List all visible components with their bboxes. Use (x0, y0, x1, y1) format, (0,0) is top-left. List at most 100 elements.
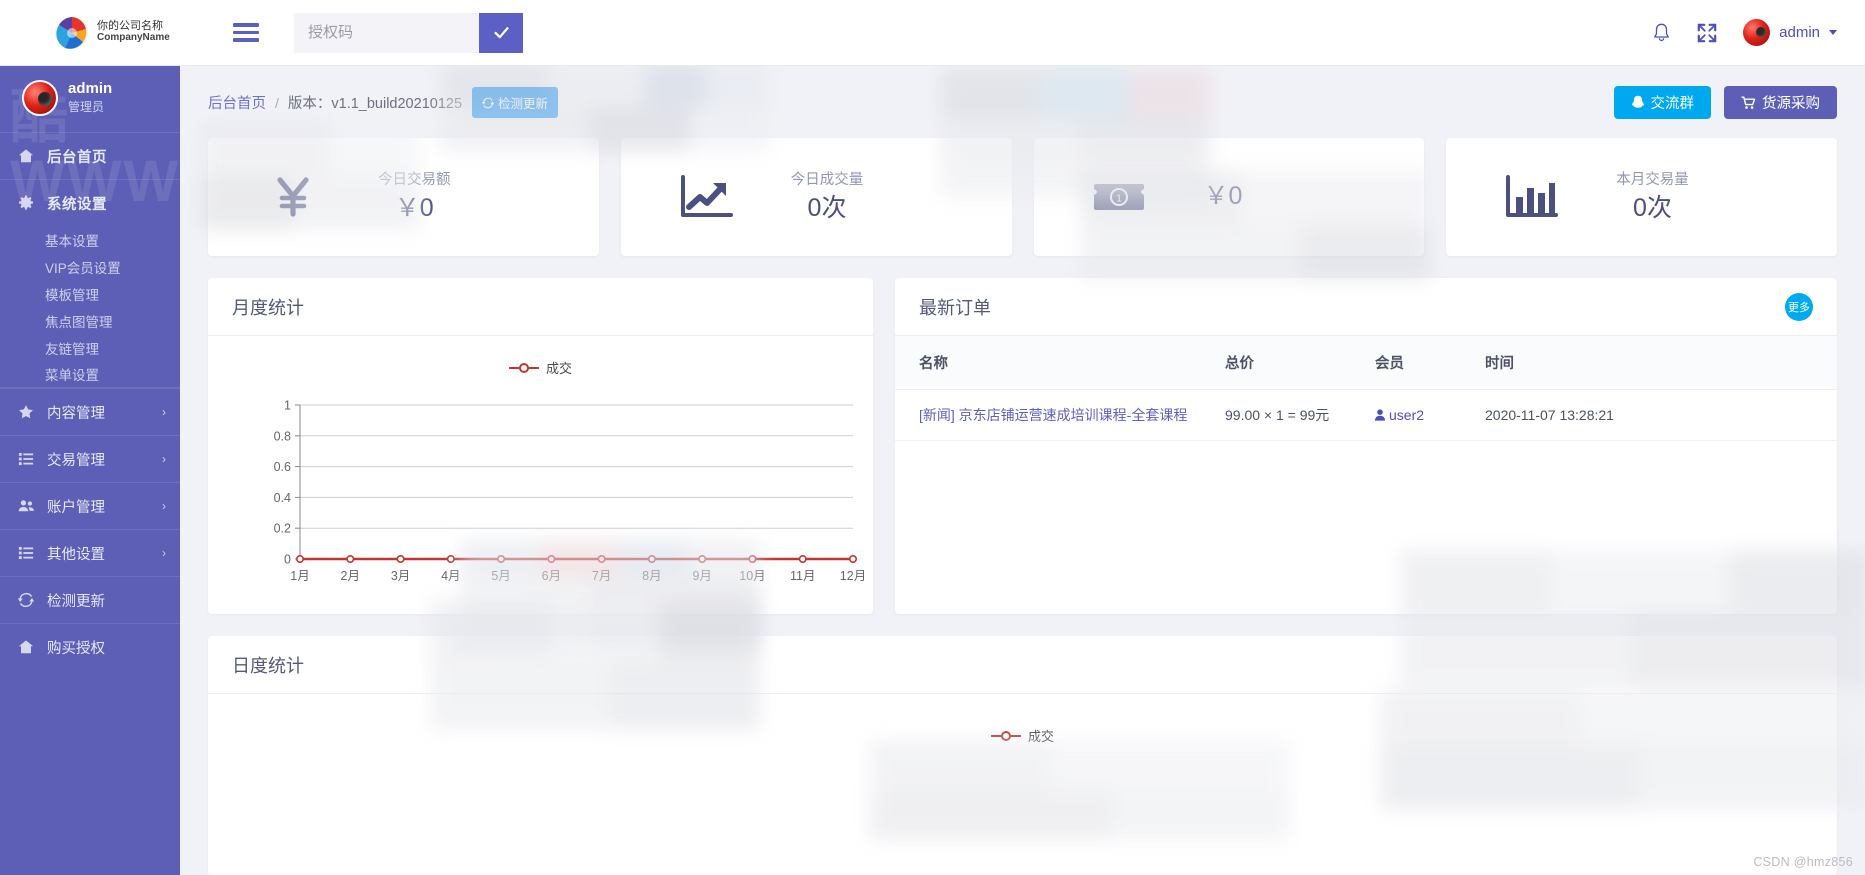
svg-text:5月: 5月 (491, 569, 510, 583)
fullscreen-icon[interactable] (1697, 23, 1717, 43)
order-name-link[interactable]: 京东店铺运营速成培训课程-全套课程 (959, 407, 1188, 423)
svg-text:4月: 4月 (441, 569, 460, 583)
sidebar-subitem-template-management[interactable]: 模板管理 (0, 280, 180, 307)
more-button[interactable]: 更多 (1785, 292, 1813, 321)
svg-text:10月: 10月 (739, 569, 765, 583)
svg-text:12月: 12月 (840, 569, 866, 583)
order-name-cell: [新闻] 京东店铺运营速成培训课程-全套课程 (895, 389, 1225, 441)
sidebar-user-name: admin (68, 80, 113, 97)
version-text: 版本：v1.1_build20210125 (287, 96, 463, 112)
breadcrumb-separator: / (275, 94, 279, 111)
svg-text:8月: 8月 (642, 569, 661, 583)
svg-text:7月: 7月 (592, 569, 611, 583)
monthly-stats-panel: 月度统计 成交 1 0.8 0.6 0.4 0.2 0 1月 2月 3月 4月 5月 6月 7月 8月 9月… (208, 278, 873, 614)
panel-title: 日度统计 (232, 655, 304, 676)
cart-icon (1741, 96, 1756, 109)
qq-penguin-icon (1631, 95, 1644, 108)
svg-text:1: 1 (1116, 194, 1122, 205)
qq-group-button[interactable]: 交流群 (1613, 86, 1711, 119)
topbar-right-actions: admin (1652, 19, 1865, 46)
check-icon (493, 27, 509, 39)
avatar (22, 80, 58, 116)
stat-card-value: 0次 (807, 193, 847, 222)
legend-marker-icon (508, 362, 539, 374)
panels-row: 月度统计 成交 1 0.8 0.6 0.4 0.2 0 1月 2月 3月 4月 5月 6月 7月 8月 9月… (180, 256, 1865, 614)
stat-card-label: 本月交易量 (1616, 171, 1689, 188)
monthly-chart: 成交 1 0.8 0.6 0.4 0.2 0 1月 2月 3月 4月 5月 6月 7月 8月 9月 10月 11… (208, 336, 873, 613)
qq-group-label: 交流群 (1650, 96, 1695, 112)
main-content: 后台首页 / 版本：v1.1_build20210125 检测更新 交流群 货源… (180, 66, 1865, 875)
chevron-down-icon (1829, 30, 1837, 35)
sidebar-item-purchase-license[interactable]: 购买授权 (0, 623, 180, 670)
orders-table-head: 名称 总价 会员 时间 (895, 336, 1837, 390)
sidebar-item-transaction-management[interactable]: 交易管理 › (0, 435, 180, 482)
chevron-right-icon: › (162, 405, 166, 419)
svg-text:0.8: 0.8 (274, 429, 291, 443)
check-update-label: 检测更新 (498, 97, 549, 111)
sidebar-subitem-vip-settings[interactable]: VIP会员设置 (0, 253, 180, 280)
stat-card-value: 0次 (1633, 193, 1672, 222)
svg-text:0.6: 0.6 (274, 460, 291, 474)
sidebar-item-check-update[interactable]: 检测更新 (0, 576, 180, 623)
users-icon (18, 498, 38, 514)
search-input[interactable] (294, 12, 479, 53)
brand-text: 你的公司名称 CompanyName (97, 21, 170, 43)
col-header-name: 名称 (895, 336, 1225, 390)
bell-icon[interactable] (1652, 22, 1671, 43)
legend-label: 成交 (1027, 729, 1054, 744)
user-menu[interactable]: admin (1743, 19, 1837, 46)
csdn-watermark: CSDN @hmz856 (1753, 855, 1853, 869)
sidebar-item-content-management[interactable]: 内容管理 › (0, 388, 180, 435)
gear-icon (18, 195, 38, 211)
hamburger-icon[interactable] (233, 19, 259, 46)
list-icon (18, 545, 38, 561)
brand-name-en: CompanyName (97, 32, 170, 44)
sidebar-subitem-focus-image-management[interactable]: 焦点图管理 (0, 307, 180, 334)
sidebar-subitem-menu-settings[interactable]: 菜单设置 (0, 361, 180, 388)
purchase-button[interactable]: 货源采购 (1724, 86, 1837, 119)
col-header-time: 时间 (1485, 336, 1837, 390)
chart-legend[interactable]: 成交 (208, 726, 1837, 745)
brand-logo-area[interactable]: 你的公司名称 CompanyName (0, 16, 215, 50)
svg-text:6月: 6月 (542, 569, 561, 583)
svg-text:1: 1 (284, 399, 291, 413)
sidebar-profile-text: admin 管理员 (68, 80, 112, 116)
breadcrumb-actions: 交流群 货源采购 (1613, 86, 1837, 119)
sidebar-item-label: 购买授权 (47, 640, 105, 657)
sidebar-subitem-friend-links[interactable]: 友链管理 (0, 334, 180, 361)
sidebar-subitem-label: VIP会员设置 (45, 260, 121, 276)
col-header-member: 会员 (1375, 336, 1485, 390)
sidebar-item-home[interactable]: 后台首页 (0, 132, 180, 179)
svg-text:0.4: 0.4 (274, 491, 291, 505)
check-update-button[interactable]: 检测更新 (472, 87, 559, 118)
purchase-label: 货源采购 (1762, 96, 1820, 112)
svg-text:1月: 1月 (290, 569, 309, 583)
breadcrumb-home-link[interactable]: 后台首页 (208, 92, 266, 113)
table-row[interactable]: [新闻] 京东店铺运营速成培训课程-全套课程 99.00 × 1 = 99元 u… (895, 389, 1837, 441)
order-time-cell: 2020-11-07 13:28:21 (1485, 389, 1837, 441)
latest-orders-panel: 最新订单 更多 名称 总价 会员 时间 [新闻] 京东店铺运营速成培训课程-全套… (895, 278, 1837, 614)
sidebar-item-system-settings[interactable]: 系统设置 (0, 179, 180, 226)
sidebar-item-label: 其他设置 (47, 546, 105, 563)
panel-title: 最新订单 (919, 297, 991, 318)
orders-table-body: [新闻] 京东店铺运营速成培训课程-全套课程 99.00 × 1 = 99元 u… (895, 389, 1837, 441)
col-header-price: 总价 (1225, 336, 1375, 390)
chevron-right-icon: › (162, 546, 166, 560)
orders-table: 名称 总价 会员 时间 [新闻] 京东店铺运营速成培训课程-全套课程 99.00… (895, 336, 1837, 441)
colorful-sphere-logo-icon (55, 16, 89, 50)
search-submit-button[interactable] (479, 12, 523, 53)
stat-card-meta: 本月交易量 0次 (1616, 169, 1709, 226)
sidebar-profile[interactable]: admin 管理员 (0, 66, 180, 132)
stat-card-meta: 今日交易额 ￥0 (378, 169, 471, 226)
sidebar-subitem-label: 基本设置 (45, 233, 99, 249)
chart-legend[interactable]: 成交 (208, 358, 873, 377)
sidebar-item-account-management[interactable]: 账户管理 › (0, 482, 180, 529)
sidebar-subitem-label: 友链管理 (45, 341, 99, 357)
stat-card-meta: 今日成交量 0次 (791, 169, 884, 226)
daily-chart: 成交 (208, 694, 1837, 814)
svg-text:9月: 9月 (692, 569, 711, 583)
svg-text:0: 0 (284, 553, 291, 567)
sidebar-subitem-basic-settings[interactable]: 基本设置 (0, 226, 180, 253)
sidebar-item-other-settings[interactable]: 其他设置 › (0, 529, 180, 576)
sidebar-item-label: 交易管理 (47, 452, 105, 469)
